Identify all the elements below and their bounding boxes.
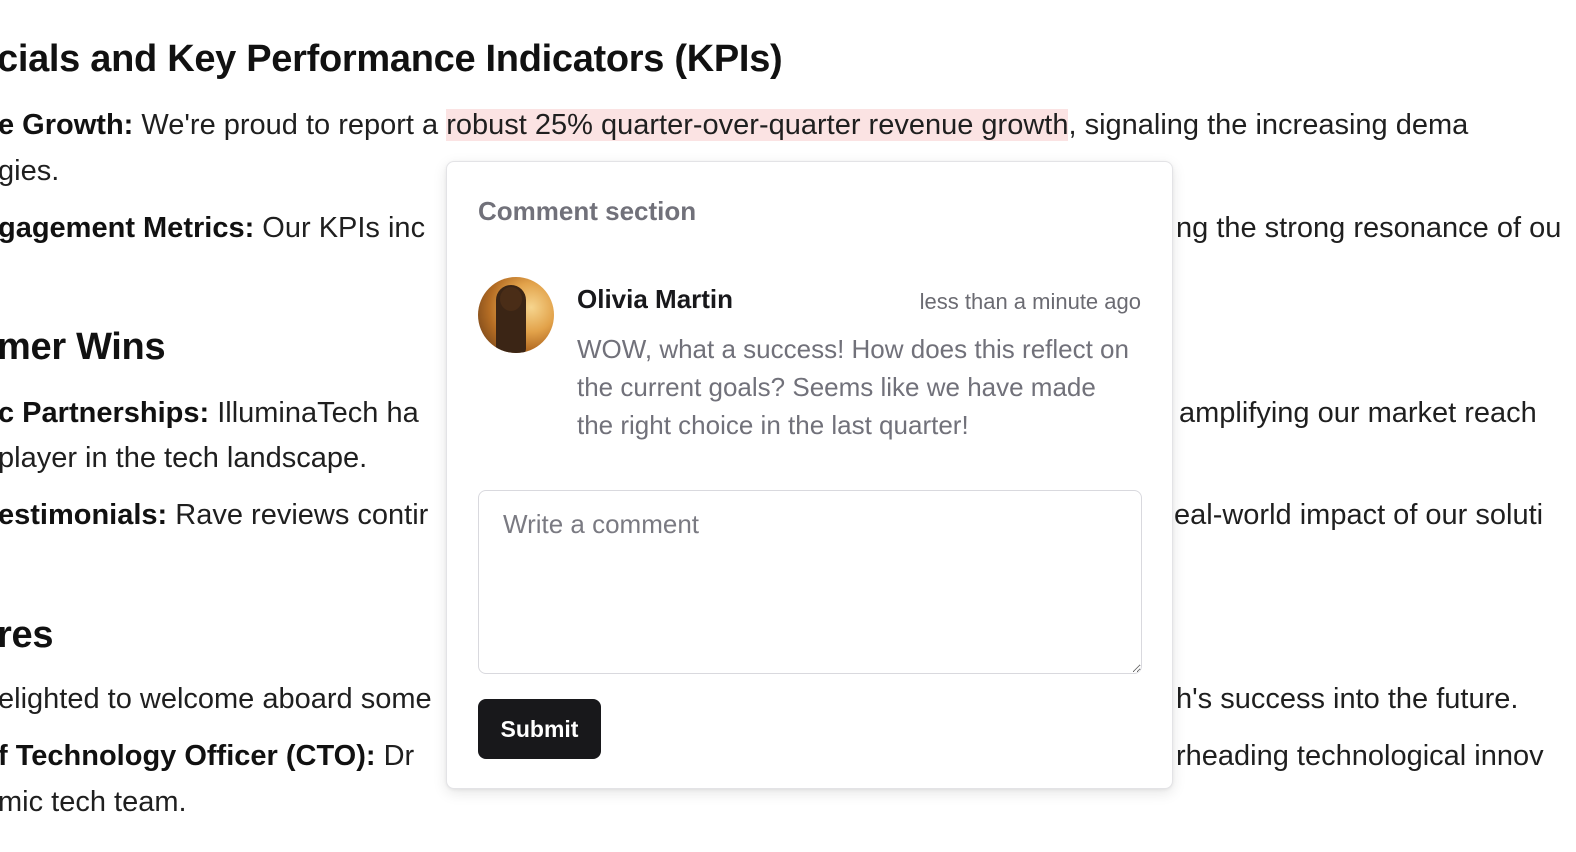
comment-input[interactable] bbox=[478, 490, 1142, 674]
partnerships-paragraph-left: c Partnerships: IlluminaTech ha bbox=[0, 390, 419, 436]
revenue-label: e Growth: bbox=[0, 109, 134, 141]
cto-text: Dr bbox=[375, 740, 415, 772]
heading-wins: mer Wins bbox=[0, 326, 166, 368]
highlighted-text[interactable]: robust 25% quarter-over-quarter revenue … bbox=[446, 109, 1069, 141]
cto-paragraph-left: f Technology Officer (CTO): Dr bbox=[0, 733, 414, 779]
revenue-continuation: gies. bbox=[0, 155, 60, 187]
partnerships-label: c Partnerships: bbox=[0, 397, 210, 429]
partnerships-paragraph-right: amplifying our market reach bbox=[1179, 397, 1537, 429]
testimonials-label: estimonials: bbox=[0, 499, 168, 531]
comment-author: Olivia Martin bbox=[577, 284, 734, 314]
comment-popover: Comment section Olivia Martin less than … bbox=[446, 161, 1173, 789]
engagement-paragraph-left: gagement Metrics: Our KPIs inc bbox=[0, 205, 425, 251]
comment-timestamp: less than a minute ago bbox=[919, 289, 1141, 314]
hires-paragraph-left: elighted to welcome aboard some bbox=[0, 683, 432, 715]
heading-kpis: cials and Key Performance Indicators (KP… bbox=[0, 38, 783, 80]
engagement-text: Our KPIs inc bbox=[254, 212, 426, 244]
testimonials-text: Rave reviews contir bbox=[167, 499, 429, 531]
popover-title: Comment section bbox=[478, 196, 697, 226]
revenue-paragraph: e Growth: We're proud to report a robust… bbox=[0, 102, 1468, 148]
cto-continuation: mic tech team. bbox=[0, 786, 187, 818]
testimonials-paragraph-left: estimonials: Rave reviews contir bbox=[0, 492, 428, 538]
engagement-paragraph-right: ng the strong resonance of ou bbox=[1176, 212, 1562, 244]
heading-hires: res bbox=[0, 614, 54, 656]
cto-paragraph-right: rheading technological innov bbox=[1176, 740, 1544, 772]
cto-label: f Technology Officer (CTO): bbox=[0, 740, 376, 772]
submit-button[interactable]: Submit bbox=[478, 699, 601, 759]
revenue-text: We're proud to report a bbox=[133, 109, 447, 141]
avatar bbox=[478, 277, 554, 353]
revenue-text-after: , signaling the increasing dema bbox=[1068, 109, 1469, 141]
hires-paragraph-right: h's success into the future. bbox=[1176, 683, 1519, 715]
engagement-label: gagement Metrics: bbox=[0, 212, 255, 244]
partnerships-text: IlluminaTech ha bbox=[209, 397, 419, 429]
avatar-head-shape bbox=[500, 287, 522, 311]
partnerships-continuation: player in the tech landscape. bbox=[0, 442, 368, 474]
testimonials-paragraph-right: eal-world impact of our soluti bbox=[1174, 499, 1544, 531]
comment-text: WOW, what a success! How does this refle… bbox=[577, 334, 1129, 440]
